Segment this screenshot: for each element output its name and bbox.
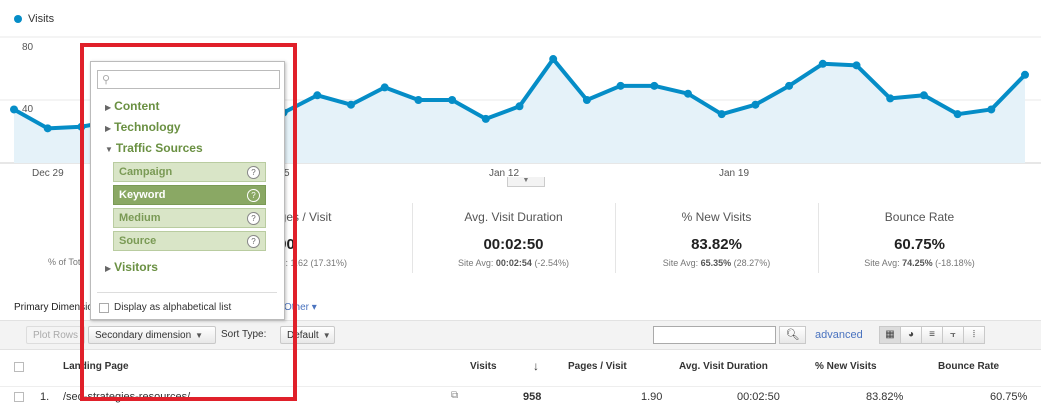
metric-avg-change: (28.27%): [731, 258, 771, 268]
highlight-frame: [80, 43, 297, 401]
metric-avg-value: 00:02:54: [495, 258, 532, 268]
data-point[interactable]: [987, 105, 996, 114]
metric-divider: [615, 203, 616, 273]
col-avg-visit-duration[interactable]: Avg. Visit Duration: [679, 361, 768, 372]
select-all-checkbox[interactable]: [14, 362, 24, 372]
data-point[interactable]: [515, 102, 524, 111]
pie-view-icon[interactable]: ◕: [900, 326, 922, 344]
metric-avg-prefix: Site Avg:: [662, 258, 701, 268]
data-point[interactable]: [43, 124, 52, 133]
row-bounce-rate: 60.75%: [990, 391, 1028, 403]
data-point[interactable]: [616, 81, 625, 90]
plot-rows-button[interactable]: Plot Rows: [26, 326, 86, 344]
data-point[interactable]: [313, 91, 322, 100]
search-button[interactable]: 🔍︎: [779, 326, 806, 344]
data-point[interactable]: [919, 91, 928, 100]
data-point[interactable]: [481, 114, 490, 123]
comparison-view-icon[interactable]: ⫟: [942, 326, 964, 344]
data-point[interactable]: [549, 55, 558, 64]
chevron-down-icon: ▼: [322, 331, 331, 340]
col-new-visits[interactable]: % New Visits: [815, 361, 877, 372]
y-tick-80: 80: [22, 42, 34, 53]
metric-avg-visit-duration: Avg. Visit Duration 00:02:50 Site Avg: 0…: [412, 203, 615, 278]
data-point[interactable]: [953, 110, 962, 119]
row-index: 1.: [40, 391, 50, 403]
metric-label: Bounce Rate: [884, 210, 955, 224]
data-point[interactable]: [1021, 70, 1029, 79]
data-point[interactable]: [650, 81, 659, 90]
data-point[interactable]: [10, 105, 18, 114]
metric-label: % New Visits: [681, 210, 752, 224]
metric-divider: [818, 203, 819, 273]
open-page-icon[interactable]: ⧉: [451, 390, 458, 401]
advanced-filter-link[interactable]: advanced: [815, 329, 863, 341]
data-point[interactable]: [785, 81, 794, 90]
metric-avg-value: 74.25%: [902, 258, 933, 268]
data-point[interactable]: [414, 96, 423, 104]
sort-desc-arrow-icon: ↓: [533, 359, 539, 373]
data-point[interactable]: [818, 59, 827, 68]
metric-avg: Site Avg: 00:02:54 (-2.54%): [412, 258, 615, 268]
metric-value: 60.75%: [894, 236, 945, 253]
data-point[interactable]: [380, 83, 389, 92]
row-checkbox[interactable]: [14, 392, 24, 402]
row-visits: 958: [523, 391, 542, 403]
metric-bounce-rate: Bounce Rate 60.75% Site Avg: 74.25% (-18…: [818, 203, 1021, 278]
metric-avg-prefix: Site Avg:: [458, 258, 496, 268]
col-bounce-rate[interactable]: Bounce Rate: [938, 361, 999, 372]
data-point[interactable]: [684, 89, 692, 98]
table-view-icon[interactable]: ▦: [879, 326, 901, 344]
metric-percent-total-fragment: % of Tot: [48, 257, 81, 267]
metric-avg-change: (-18.18%): [932, 258, 975, 268]
data-point[interactable]: [886, 94, 895, 103]
metric-label: Avg. Visit Duration: [464, 210, 563, 224]
data-point[interactable]: [448, 96, 457, 104]
row-new-visits: 83.82%: [866, 391, 904, 403]
x-tick-dec-29: Dec 29: [32, 168, 64, 179]
col-visits[interactable]: Visits: [470, 361, 497, 372]
metric-new-visits: % New Visits 83.82% Site Avg: 65.35% (28…: [615, 203, 818, 278]
row-pages-visit: 1.90: [641, 391, 663, 403]
metric-avg-prefix: Site Avg:: [864, 258, 903, 268]
table-search-input[interactable]: [653, 326, 776, 344]
metric-avg: Site Avg: 74.25% (-18.18%): [818, 258, 1021, 268]
metric-value: 83.82%: [691, 236, 742, 253]
col-pages-visit[interactable]: Pages / Visit: [568, 361, 627, 372]
metric-avg-value: 65.35%: [700, 258, 732, 268]
performance-view-icon[interactable]: ≡: [921, 326, 943, 344]
data-point[interactable]: [852, 61, 861, 70]
x-tick-jan-19: Jan 19: [719, 168, 750, 179]
data-point[interactable]: [717, 110, 726, 119]
chart-collapse-handle[interactable]: ▼: [507, 177, 545, 187]
row-avg-duration: 00:02:50: [737, 391, 780, 403]
metric-avg-change: (-2.54%): [531, 258, 569, 268]
metric-avg: Site Avg: 65.35% (28.27%): [615, 258, 818, 268]
search-icon: 🔍︎: [785, 329, 800, 341]
data-point[interactable]: [582, 96, 591, 104]
pivot-view-icon[interactable]: ⦙: [963, 326, 985, 344]
data-point[interactable]: [347, 100, 355, 109]
y-tick-40: 40: [22, 104, 34, 115]
data-point[interactable]: [751, 100, 760, 109]
metric-divider: [412, 203, 413, 273]
metric-value: 00:02:50: [483, 236, 544, 253]
view-switcher: ▦ ◕ ≡ ⫟ ⦙: [879, 326, 985, 344]
